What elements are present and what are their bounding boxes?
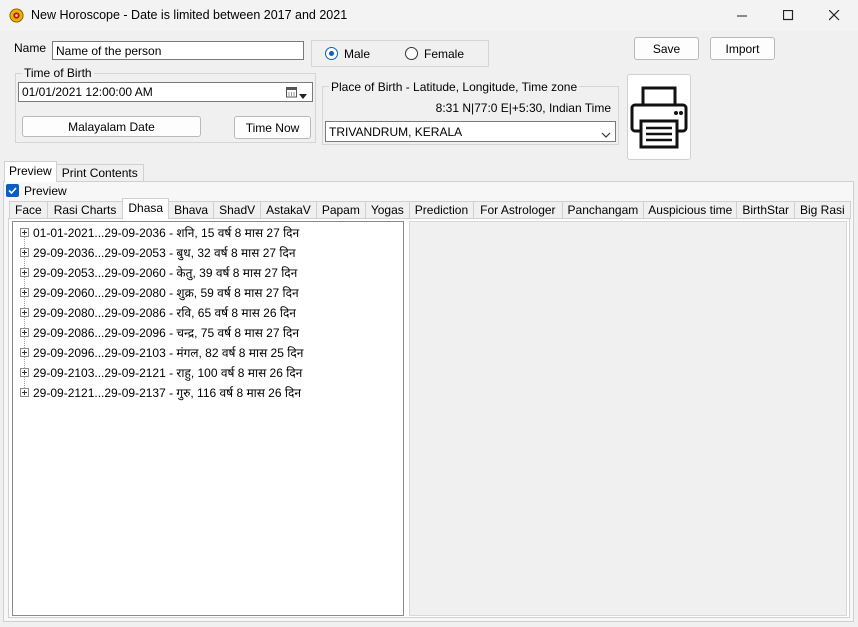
tab-rasi-charts[interactable]: Rasi Charts: [46, 201, 124, 219]
chevron-down-icon[interactable]: [601, 128, 611, 138]
tree-node[interactable]: 29-09-2086...29-09-2096 - चन्द्र, 75 वर्…: [20, 322, 299, 342]
maximize-button[interactable]: [765, 0, 811, 31]
calendar-icon[interactable]: [286, 86, 298, 98]
tree-node-label: 29-09-2103...29-09-2121 - राहु, 100 वर्ष…: [33, 365, 303, 380]
tab-astakav[interactable]: AstakaV: [260, 201, 317, 219]
tab-birthstar[interactable]: BirthStar: [736, 201, 795, 219]
tree-node[interactable]: 29-09-2060...29-09-2080 - शुक्र, 59 वर्ष…: [20, 282, 299, 302]
tab-preview[interactable]: Preview: [4, 161, 57, 182]
tree-node[interactable]: 29-09-2121...29-09-2137 - गुरु, 116 वर्ष…: [20, 382, 301, 402]
expand-plus-icon[interactable]: [20, 267, 29, 277]
time-now-button[interactable]: Time Now: [234, 116, 311, 139]
minimize-button[interactable]: [719, 0, 765, 31]
tree-node-label: 29-09-2080...29-09-2086 - रवि, 65 वर्ष 8…: [33, 305, 296, 320]
close-icon: [828, 10, 839, 21]
import-button[interactable]: Import: [710, 37, 775, 60]
tab-face[interactable]: Face: [9, 201, 48, 219]
tree-node[interactable]: 29-09-2096...29-09-2103 - मंगल, 82 वर्ष …: [20, 342, 303, 362]
title-bar[interactable]: New Horoscope - Date is limited between …: [0, 0, 858, 31]
male-radio[interactable]: [325, 47, 338, 60]
tree-node-label: 29-09-2121...29-09-2137 - गुरु, 116 वर्ष…: [33, 385, 301, 400]
sun-wheel-icon: [9, 8, 24, 23]
expand-plus-icon[interactable]: [20, 287, 29, 297]
expand-plus-icon[interactable]: [20, 347, 29, 357]
tab-panchangam[interactable]: Panchangam: [561, 201, 645, 219]
male-label: Male: [344, 47, 371, 61]
tree-node[interactable]: 01-01-2021...29-09-2036 - शनि, 15 वर्ष 8…: [20, 222, 299, 242]
printer-icon: [630, 86, 688, 149]
tab-yogas[interactable]: Yogas: [364, 201, 410, 219]
window-title: New Horoscope - Date is limited between …: [31, 8, 348, 22]
tree-node-label: 01-01-2021...29-09-2036 - शनि, 15 वर्ष 8…: [33, 225, 300, 240]
place-value: TRIVANDRUM, KERALA: [329, 125, 463, 139]
name-input[interactable]: Name of the person: [52, 41, 304, 60]
tab-big-rasi[interactable]: Big Rasi: [794, 201, 851, 219]
tab-dhasa[interactable]: Dhasa: [122, 198, 170, 219]
female-radio[interactable]: [405, 47, 418, 60]
malayalam-date-button[interactable]: Malayalam Date: [22, 116, 201, 137]
print-button[interactable]: [627, 74, 691, 160]
tree-node-label: 29-09-2086...29-09-2096 - चन्द्र, 75 वर्…: [33, 325, 299, 340]
tab-prediction[interactable]: Prediction: [408, 201, 475, 219]
minimize-icon: [736, 15, 747, 17]
maximize-icon: [782, 10, 793, 21]
tree-node-label: 29-09-2060...29-09-2080 - शुक्र, 59 वर्ष…: [33, 285, 299, 300]
tree-node[interactable]: 29-09-2053...29-09-2060 - केतु, 39 वर्ष …: [20, 262, 297, 282]
expand-plus-icon[interactable]: [20, 247, 29, 257]
birth-datetime-picker[interactable]: 01/01/2021 12:00:00 AM: [18, 82, 313, 102]
close-button[interactable]: [811, 0, 857, 31]
tree-node[interactable]: 29-09-2103...29-09-2121 - राहु, 100 वर्ष…: [20, 362, 302, 382]
expand-plus-icon[interactable]: [20, 327, 29, 337]
tab-auspicious-time[interactable]: Auspicious time: [643, 201, 738, 219]
outer-tab-strip: Preview Print Contents: [4, 161, 144, 182]
expand-plus-icon[interactable]: [20, 367, 29, 377]
tab-papam[interactable]: Papam: [315, 201, 366, 219]
expand-plus-icon[interactable]: [20, 227, 29, 237]
birth-datetime-value: 01/01/2021 12:00:00 AM: [22, 85, 153, 99]
female-label: Female: [424, 47, 465, 61]
chevron-down-icon[interactable]: [299, 89, 308, 99]
checkmark-icon: [8, 187, 17, 195]
tree-node-label: 29-09-2053...29-09-2060 - केतु, 39 वर्ष …: [33, 265, 298, 280]
time-of-birth-title: Time of Birth: [22, 66, 94, 80]
inner-tab-strip: Face Rasi Charts Dhasa Bhava ShadV Astak…: [9, 198, 851, 219]
tree-rows: 01-01-2021...29-09-2036 - शनि, 15 वर्ष 8…: [20, 222, 400, 422]
tree-node[interactable]: 29-09-2036...29-09-2053 - बुध, 32 वर्ष 8…: [20, 242, 296, 262]
name-label: Name: [14, 41, 47, 55]
detail-panel: [409, 221, 847, 616]
tree-node-label: 29-09-2036...29-09-2053 - बुध, 32 वर्ष 8…: [33, 245, 296, 260]
place-of-birth-title: Place of Birth - Latitude, Longitude, Ti…: [329, 80, 580, 94]
tab-shadv[interactable]: ShadV: [213, 201, 262, 219]
tree-node-label: 29-09-2096...29-09-2103 - मंगल, 82 वर्ष …: [33, 345, 304, 360]
dhasa-tree-view[interactable]: 01-01-2021...29-09-2036 - शनि, 15 वर्ष 8…: [12, 221, 404, 616]
place-combobox[interactable]: TRIVANDRUM, KERALA: [325, 121, 616, 142]
tree-node[interactable]: 29-09-2080...29-09-2086 - रवि, 65 वर्ष 8…: [20, 302, 296, 322]
expand-plus-icon[interactable]: [20, 307, 29, 317]
expand-plus-icon[interactable]: [20, 387, 29, 397]
coordinates-text: 8:31 N|77:0 E|+5:30, Indian Time: [435, 101, 611, 115]
save-button[interactable]: Save: [634, 37, 699, 60]
preview-checkbox[interactable]: [6, 184, 19, 197]
tab-for-astrologer[interactable]: For Astrologer: [473, 201, 563, 219]
tab-print-contents[interactable]: Print Contents: [55, 164, 144, 182]
tab-bhava[interactable]: Bhava: [168, 201, 215, 219]
preview-checkbox-label: Preview: [24, 184, 67, 198]
